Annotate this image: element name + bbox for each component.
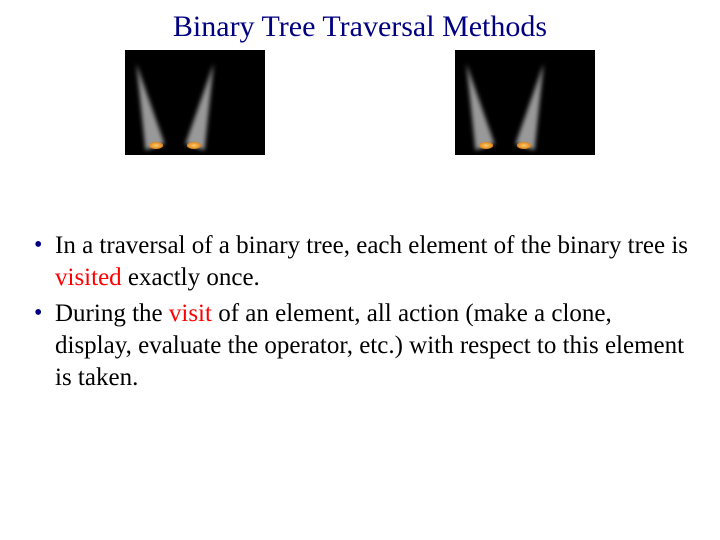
bullet-text-post: exactly once. bbox=[122, 264, 260, 291]
spotlight-image-right bbox=[455, 50, 595, 155]
slide-title: Binary Tree Traversal Methods bbox=[0, 0, 720, 44]
images-row bbox=[0, 50, 720, 155]
light-source-icon bbox=[517, 142, 531, 149]
bullet-item: In a traversal of a binary tree, each el… bbox=[30, 230, 690, 294]
light-beam-icon bbox=[125, 63, 165, 150]
bullet-list: In a traversal of a binary tree, each el… bbox=[30, 230, 690, 394]
spotlight-image-left bbox=[125, 50, 265, 155]
light-source-icon bbox=[479, 142, 493, 149]
light-beam-icon bbox=[185, 63, 230, 150]
slide: Binary Tree Traversal Methods In a trave… bbox=[0, 0, 720, 540]
light-source-icon bbox=[187, 142, 201, 149]
bullet-text-pre: In a traversal of a binary tree, each el… bbox=[55, 232, 688, 259]
light-beam-icon bbox=[515, 63, 560, 150]
light-source-icon bbox=[149, 142, 163, 149]
light-beam-icon bbox=[455, 63, 495, 150]
bullet-text-highlight: visit bbox=[169, 300, 212, 327]
content-area: In a traversal of a binary tree, each el… bbox=[0, 230, 720, 394]
bullet-item: During the visit of an element, all acti… bbox=[30, 298, 690, 394]
bullet-text-highlight: visited bbox=[55, 264, 122, 291]
bullet-text-pre: During the bbox=[55, 300, 169, 327]
